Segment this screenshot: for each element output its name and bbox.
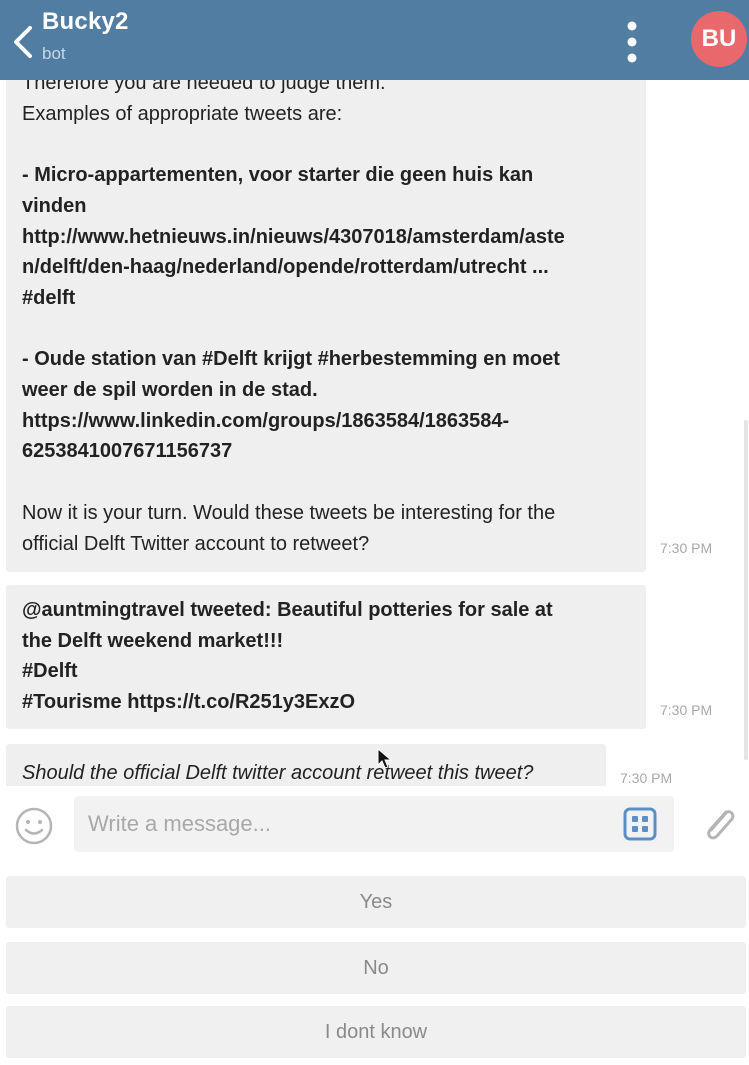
message-line: @auntmingtravel tweeted: Beautiful potte… [22, 599, 553, 621]
message-bubble: Should the official Delft twitter accoun… [6, 744, 606, 786]
mouse-cursor-icon [377, 748, 393, 769]
message-link[interactable]: #Tourisme https://t.co/R251y3ExzO [22, 687, 630, 718]
message-line [22, 314, 630, 345]
message-line: the Delft weekend market!!! [22, 629, 284, 652]
scrollbar[interactable] [744, 420, 748, 760]
chat-subtitle: bot [42, 44, 66, 63]
avatar[interactable]: BU [691, 11, 747, 67]
chat-title[interactable]: Bucky2 [42, 8, 129, 36]
message-link[interactable]: https://www.linkedin.com/groups/1863584/… [22, 406, 630, 437]
message-time: 7:30 PM [620, 770, 673, 786]
message-time: 7:30 PM [660, 540, 713, 556]
reply-no-button[interactable]: No [6, 942, 746, 994]
message-line: weer de spil worden in de stad. [22, 379, 318, 401]
message-time: 7:30 PM [660, 702, 713, 718]
smiley-icon[interactable] [14, 806, 54, 846]
message-link[interactable]: http://www.hetnieuws.in/nieuws/4307018/a… [22, 222, 630, 253]
message-bubble: @auntmingtravel tweeted: Beautiful potte… [6, 585, 646, 729]
message-line: Now it is your turn. Would these tweets … [22, 501, 556, 524]
message-line: vinden [22, 194, 87, 217]
message-line: Should the official Delft twitter accoun… [22, 762, 534, 784]
reply-yes-button[interactable]: Yes [6, 876, 746, 928]
message-line [22, 467, 630, 498]
chat-header: Bucky2 bot BU [0, 0, 749, 80]
paperclip-icon[interactable] [696, 802, 740, 848]
message-line: Examples of appropriate tweets are: [22, 102, 343, 125]
reply-dont-know-button[interactable]: I dont know [6, 1006, 746, 1058]
message-link[interactable]: n/delft/den-haag/nederland/opende/rotter… [22, 252, 630, 283]
keyboard-grid-icon[interactable] [622, 806, 658, 842]
message-line: - Oude station van #Delft krijgt #herbes… [22, 348, 560, 371]
message-line: official Delft Twitter account to retwee… [22, 532, 370, 555]
message-link[interactable]: 6253841007671156737 [22, 436, 630, 467]
message-line [22, 129, 630, 160]
message-bubble: Therefore you are needed to judge them. … [6, 80, 646, 572]
message-composer [0, 786, 749, 866]
message-line: Therefore you are needed to judge them. [22, 80, 386, 94]
message-list[interactable]: Therefore you are needed to judge them. … [0, 80, 749, 786]
message-hashtag[interactable]: #Delft [22, 656, 630, 687]
message-input[interactable] [74, 796, 674, 852]
chevron-left-icon[interactable] [10, 24, 38, 60]
message-hashtag[interactable]: #delft [22, 283, 630, 314]
message-line: - Micro-appartementen, voor starter die … [22, 164, 534, 187]
vertical-dots-icon[interactable] [622, 20, 642, 64]
